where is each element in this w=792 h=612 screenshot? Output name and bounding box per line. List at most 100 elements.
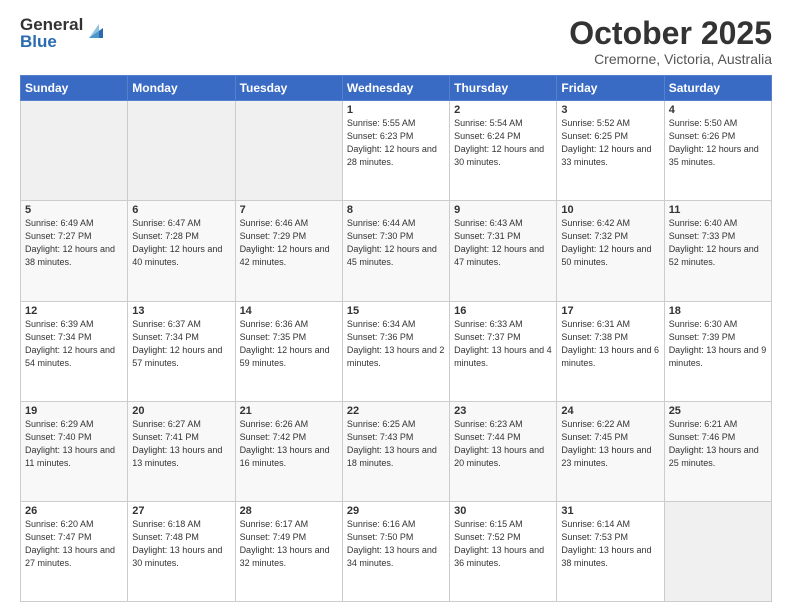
day-info: Sunrise: 6:20 AM Sunset: 7:47 PM Dayligh… — [25, 518, 123, 570]
header-sunday: Sunday — [21, 76, 128, 101]
calendar-cell: 31Sunrise: 6:14 AM Sunset: 7:53 PM Dayli… — [557, 501, 664, 601]
day-number: 25 — [669, 405, 767, 417]
calendar-cell: 3Sunrise: 5:52 AM Sunset: 6:25 PM Daylig… — [557, 101, 664, 201]
logo: General Blue — [20, 16, 107, 50]
day-info: Sunrise: 6:39 AM Sunset: 7:34 PM Dayligh… — [25, 318, 123, 370]
day-info: Sunrise: 5:50 AM Sunset: 6:26 PM Dayligh… — [669, 117, 767, 169]
day-info: Sunrise: 6:26 AM Sunset: 7:42 PM Dayligh… — [240, 418, 338, 470]
day-number: 20 — [132, 405, 230, 417]
header-friday: Friday — [557, 76, 664, 101]
day-info: Sunrise: 6:21 AM Sunset: 7:46 PM Dayligh… — [669, 418, 767, 470]
day-number: 6 — [132, 204, 230, 216]
day-info: Sunrise: 5:54 AM Sunset: 6:24 PM Dayligh… — [454, 117, 552, 169]
day-number: 24 — [561, 405, 659, 417]
day-number: 31 — [561, 505, 659, 517]
day-number: 21 — [240, 405, 338, 417]
day-number: 28 — [240, 505, 338, 517]
day-info: Sunrise: 6:42 AM Sunset: 7:32 PM Dayligh… — [561, 217, 659, 269]
day-number: 27 — [132, 505, 230, 517]
calendar-cell: 10Sunrise: 6:42 AM Sunset: 7:32 PM Dayli… — [557, 201, 664, 301]
day-info: Sunrise: 6:49 AM Sunset: 7:27 PM Dayligh… — [25, 217, 123, 269]
day-info: Sunrise: 6:33 AM Sunset: 7:37 PM Dayligh… — [454, 318, 552, 370]
day-info: Sunrise: 6:14 AM Sunset: 7:53 PM Dayligh… — [561, 518, 659, 570]
day-info: Sunrise: 6:23 AM Sunset: 7:44 PM Dayligh… — [454, 418, 552, 470]
calendar-cell: 15Sunrise: 6:34 AM Sunset: 7:36 PM Dayli… — [342, 301, 449, 401]
day-number: 17 — [561, 305, 659, 317]
calendar-week-3: 19Sunrise: 6:29 AM Sunset: 7:40 PM Dayli… — [21, 401, 772, 501]
calendar-cell: 28Sunrise: 6:17 AM Sunset: 7:49 PM Dayli… — [235, 501, 342, 601]
calendar-cell: 16Sunrise: 6:33 AM Sunset: 7:37 PM Dayli… — [450, 301, 557, 401]
header-saturday: Saturday — [664, 76, 771, 101]
calendar-cell: 14Sunrise: 6:36 AM Sunset: 7:35 PM Dayli… — [235, 301, 342, 401]
calendar-cell: 19Sunrise: 6:29 AM Sunset: 7:40 PM Dayli… — [21, 401, 128, 501]
page: General Blue October 2025 Cremorne, Vict… — [0, 0, 792, 612]
day-number: 30 — [454, 505, 552, 517]
calendar-cell: 30Sunrise: 6:15 AM Sunset: 7:52 PM Dayli… — [450, 501, 557, 601]
calendar-cell: 5Sunrise: 6:49 AM Sunset: 7:27 PM Daylig… — [21, 201, 128, 301]
day-number: 15 — [347, 305, 445, 317]
calendar-cell: 9Sunrise: 6:43 AM Sunset: 7:31 PM Daylig… — [450, 201, 557, 301]
day-number: 19 — [25, 405, 123, 417]
day-number: 1 — [347, 104, 445, 116]
day-number: 26 — [25, 505, 123, 517]
day-info: Sunrise: 6:27 AM Sunset: 7:41 PM Dayligh… — [132, 418, 230, 470]
calendar-cell — [21, 101, 128, 201]
calendar-cell: 26Sunrise: 6:20 AM Sunset: 7:47 PM Dayli… — [21, 501, 128, 601]
day-info: Sunrise: 6:25 AM Sunset: 7:43 PM Dayligh… — [347, 418, 445, 470]
day-info: Sunrise: 6:22 AM Sunset: 7:45 PM Dayligh… — [561, 418, 659, 470]
day-number: 16 — [454, 305, 552, 317]
day-number: 14 — [240, 305, 338, 317]
day-info: Sunrise: 6:16 AM Sunset: 7:50 PM Dayligh… — [347, 518, 445, 570]
day-info: Sunrise: 6:34 AM Sunset: 7:36 PM Dayligh… — [347, 318, 445, 370]
header-tuesday: Tuesday — [235, 76, 342, 101]
calendar-week-1: 5Sunrise: 6:49 AM Sunset: 7:27 PM Daylig… — [21, 201, 772, 301]
calendar-cell: 2Sunrise: 5:54 AM Sunset: 6:24 PM Daylig… — [450, 101, 557, 201]
calendar-cell — [664, 501, 771, 601]
day-number: 12 — [25, 305, 123, 317]
calendar-cell: 11Sunrise: 6:40 AM Sunset: 7:33 PM Dayli… — [664, 201, 771, 301]
day-number: 13 — [132, 305, 230, 317]
day-info: Sunrise: 6:46 AM Sunset: 7:29 PM Dayligh… — [240, 217, 338, 269]
calendar-cell: 20Sunrise: 6:27 AM Sunset: 7:41 PM Dayli… — [128, 401, 235, 501]
calendar-week-0: 1Sunrise: 5:55 AM Sunset: 6:23 PM Daylig… — [21, 101, 772, 201]
calendar-cell: 25Sunrise: 6:21 AM Sunset: 7:46 PM Dayli… — [664, 401, 771, 501]
day-number: 9 — [454, 204, 552, 216]
logo-text: General Blue — [20, 16, 83, 50]
day-number: 3 — [561, 104, 659, 116]
calendar-cell: 21Sunrise: 6:26 AM Sunset: 7:42 PM Dayli… — [235, 401, 342, 501]
logo-blue: Blue — [20, 33, 83, 50]
day-info: Sunrise: 6:30 AM Sunset: 7:39 PM Dayligh… — [669, 318, 767, 370]
day-number: 29 — [347, 505, 445, 517]
calendar-body: 1Sunrise: 5:55 AM Sunset: 6:23 PM Daylig… — [21, 101, 772, 602]
day-number: 7 — [240, 204, 338, 216]
calendar-cell: 22Sunrise: 6:25 AM Sunset: 7:43 PM Dayli… — [342, 401, 449, 501]
day-info: Sunrise: 6:18 AM Sunset: 7:48 PM Dayligh… — [132, 518, 230, 570]
calendar-cell — [235, 101, 342, 201]
day-info: Sunrise: 6:15 AM Sunset: 7:52 PM Dayligh… — [454, 518, 552, 570]
day-number: 5 — [25, 204, 123, 216]
day-number: 22 — [347, 405, 445, 417]
day-number: 11 — [669, 204, 767, 216]
calendar-cell: 7Sunrise: 6:46 AM Sunset: 7:29 PM Daylig… — [235, 201, 342, 301]
title-block: October 2025 Cremorne, Victoria, Austral… — [569, 16, 772, 67]
day-info: Sunrise: 5:52 AM Sunset: 6:25 PM Dayligh… — [561, 117, 659, 169]
calendar-cell: 23Sunrise: 6:23 AM Sunset: 7:44 PM Dayli… — [450, 401, 557, 501]
calendar-cell: 13Sunrise: 6:37 AM Sunset: 7:34 PM Dayli… — [128, 301, 235, 401]
header-monday: Monday — [128, 76, 235, 101]
logo-general: General — [20, 16, 83, 33]
day-info: Sunrise: 6:37 AM Sunset: 7:34 PM Dayligh… — [132, 318, 230, 370]
day-info: Sunrise: 6:43 AM Sunset: 7:31 PM Dayligh… — [454, 217, 552, 269]
day-info: Sunrise: 6:29 AM Sunset: 7:40 PM Dayligh… — [25, 418, 123, 470]
calendar-cell: 24Sunrise: 6:22 AM Sunset: 7:45 PM Dayli… — [557, 401, 664, 501]
day-number: 4 — [669, 104, 767, 116]
day-info: Sunrise: 6:47 AM Sunset: 7:28 PM Dayligh… — [132, 217, 230, 269]
calendar-cell: 1Sunrise: 5:55 AM Sunset: 6:23 PM Daylig… — [342, 101, 449, 201]
calendar-cell: 18Sunrise: 6:30 AM Sunset: 7:39 PM Dayli… — [664, 301, 771, 401]
weekday-row: Sunday Monday Tuesday Wednesday Thursday… — [21, 76, 772, 101]
calendar-cell: 4Sunrise: 5:50 AM Sunset: 6:26 PM Daylig… — [664, 101, 771, 201]
header-wednesday: Wednesday — [342, 76, 449, 101]
header: General Blue October 2025 Cremorne, Vict… — [20, 16, 772, 67]
calendar-cell: 12Sunrise: 6:39 AM Sunset: 7:34 PM Dayli… — [21, 301, 128, 401]
day-info: Sunrise: 5:55 AM Sunset: 6:23 PM Dayligh… — [347, 117, 445, 169]
location: Cremorne, Victoria, Australia — [569, 51, 772, 67]
